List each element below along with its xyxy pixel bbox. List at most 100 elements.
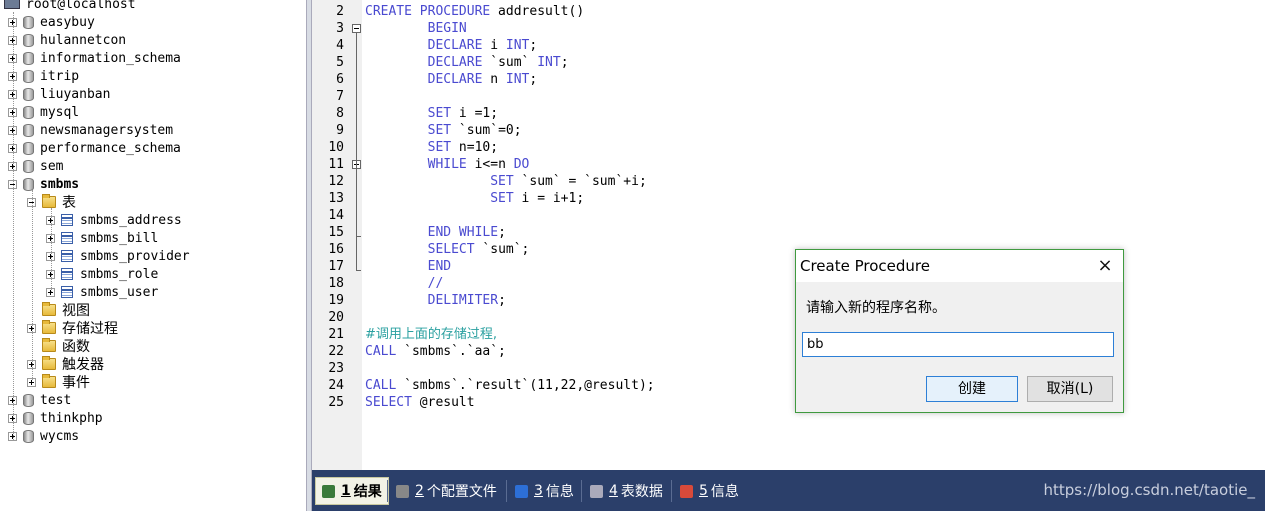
code-line: //: [427, 276, 444, 291]
code-line: SELECT @result: [365, 395, 475, 410]
line-number: 17: [328, 259, 344, 274]
code-line: DELIMITER;: [427, 293, 506, 308]
tree-db-hulannetcon[interactable]: hulannetcon: [8, 31, 126, 49]
code-line: SET n=10;: [427, 140, 499, 155]
tab-label: 个配置文件: [426, 484, 497, 500]
tree-folder-views[interactable]: 视图: [27, 301, 90, 319]
tab-info-2[interactable]: 5 信息: [674, 477, 745, 505]
database-icon: [23, 411, 34, 425]
tree-node-label: 存储过程: [62, 321, 118, 337]
tree-db-test[interactable]: test: [8, 391, 71, 409]
result-tab-bar: https://blog.csdn.net/taotie_ 1 结果 2 个配置文件 3…: [312, 470, 1265, 511]
table-icon: [61, 286, 73, 298]
tree-table-smbms_user[interactable]: smbms_user: [46, 283, 158, 301]
table-icon: [61, 214, 73, 226]
folder-icon: [42, 194, 56, 208]
fold-toggle-icon[interactable]: [352, 24, 361, 33]
tree-db-performance_schema[interactable]: performance_schema: [8, 139, 181, 157]
line-number: 7: [336, 89, 344, 104]
tree-folder-functions[interactable]: 函数: [27, 337, 90, 355]
folder-icon: [42, 374, 56, 388]
table-data-icon: [590, 484, 603, 498]
line-number-gutter: 2 3 4 5 6 7 8 9 10 11 12 13 14 15 16 17 18 19 20 21 22 23 24 25: [312, 0, 350, 470]
tree-db-newsmanagersystem[interactable]: newsmanagersystem: [8, 121, 173, 139]
tree-table-smbms_address[interactable]: smbms_address: [46, 211, 182, 229]
code-line: DECLARE n INT;: [427, 72, 538, 87]
tree-node-label: sem: [40, 158, 64, 174]
create-button[interactable]: 创建: [926, 376, 1018, 402]
tab-info[interactable]: 3 信息: [509, 477, 580, 505]
code-line: CALL `smbms`.`result`(11,22,@result);: [365, 378, 655, 393]
tree-node-label: itrip: [40, 68, 80, 84]
code-line: SET i = i+1;: [490, 191, 585, 206]
tree-table-smbms_provider[interactable]: smbms_provider: [46, 247, 190, 265]
line-number: 13: [328, 191, 344, 206]
database-icon: [23, 177, 34, 191]
tree-node-label: thinkphp: [40, 410, 103, 426]
code-line: CALL `smbms`.`aa`;: [365, 344, 506, 359]
tab-table-data[interactable]: 4 表数据: [584, 477, 669, 505]
tree-table-smbms_bill[interactable]: smbms_bill: [46, 229, 158, 247]
database-icon: [23, 51, 34, 65]
tab-profiles[interactable]: 2 个配置文件: [390, 477, 503, 505]
code-line: SET i =1;: [427, 106, 499, 121]
close-icon[interactable]: ×: [1093, 254, 1117, 278]
tree-db-wycms[interactable]: wycms: [8, 427, 79, 445]
tree-db-smbms[interactable]: smbms: [8, 175, 79, 193]
tree-node-label: 视图: [62, 303, 90, 319]
tree-db-thinkphp[interactable]: thinkphp: [8, 409, 103, 427]
tree-db-sem[interactable]: sem: [8, 157, 63, 175]
create-procedure-dialog: Create Procedure × 请输入新的程序名称。 创建 取消(L): [795, 249, 1124, 413]
line-number: 2: [336, 4, 344, 19]
server-icon: [4, 0, 20, 9]
database-icon: [23, 105, 34, 119]
tree-folder-events[interactable]: 事件: [27, 373, 90, 391]
info-icon: [515, 484, 528, 498]
tree-db-information_schema[interactable]: information_schema: [8, 49, 181, 67]
line-number: 5: [336, 55, 344, 70]
cancel-button[interactable]: 取消(L): [1027, 376, 1113, 402]
line-number: 14: [328, 208, 344, 223]
database-icon: [23, 87, 34, 101]
line-number: 11: [328, 157, 344, 172]
database-icon: [23, 123, 34, 137]
tree-node-label: performance_schema: [40, 140, 181, 156]
line-number: 24: [328, 378, 344, 393]
tree-db-mysql[interactable]: mysql: [8, 103, 79, 121]
line-number: 10: [328, 140, 344, 155]
folder-icon: [42, 320, 56, 334]
tree-node-label: wycms: [40, 428, 80, 444]
procedure-name-input[interactable]: [802, 332, 1114, 357]
tree-db-itrip[interactable]: itrip: [8, 67, 79, 85]
object-browser: root@localhost easybuy hulannetcon informat…: [0, 0, 306, 511]
tab-label: 信息: [545, 484, 574, 500]
code-line: SELECT `sum`;: [427, 242, 530, 257]
tree-root[interactable]: root@localhost: [4, 0, 136, 13]
tree-db-easybuy[interactable]: easybuy: [8, 13, 95, 31]
tree-node-label: mysql: [40, 104, 80, 120]
dialog-titlebar: Create Procedure ×: [796, 250, 1123, 282]
code-line: SET `sum` = `sum`+i;: [490, 174, 647, 189]
tree-node-label: smbms_address: [80, 212, 182, 228]
tree-folder-procedures[interactable]: 存储过程: [27, 319, 118, 337]
tab-label: 表数据: [620, 484, 663, 500]
tree-node-label: 事件: [62, 375, 90, 391]
tree-node-label: smbms_bill: [80, 230, 159, 246]
folder-icon: [42, 338, 56, 352]
tree-folder-triggers[interactable]: 触发器: [27, 355, 104, 373]
tree-db-liuyanban[interactable]: liuyanban: [8, 85, 110, 103]
tree-node-label: smbms_user: [80, 284, 159, 300]
tab-number: 1: [341, 483, 351, 499]
tree-node-label: liuyanban: [40, 86, 111, 102]
line-number: 12: [328, 174, 344, 189]
folder-icon: [42, 302, 56, 316]
folder-icon: [42, 356, 56, 370]
tree-node-label: hulannetcon: [40, 32, 127, 48]
tab-results[interactable]: 1 结果: [315, 477, 389, 505]
info-colored-icon: [680, 484, 693, 498]
line-number: 9: [336, 123, 344, 138]
code-line: BEGIN: [427, 21, 467, 36]
tree-table-smbms_role[interactable]: smbms_role: [46, 265, 158, 283]
tree-node-label: information_schema: [40, 50, 181, 66]
code-line: END WHILE;: [427, 225, 506, 240]
